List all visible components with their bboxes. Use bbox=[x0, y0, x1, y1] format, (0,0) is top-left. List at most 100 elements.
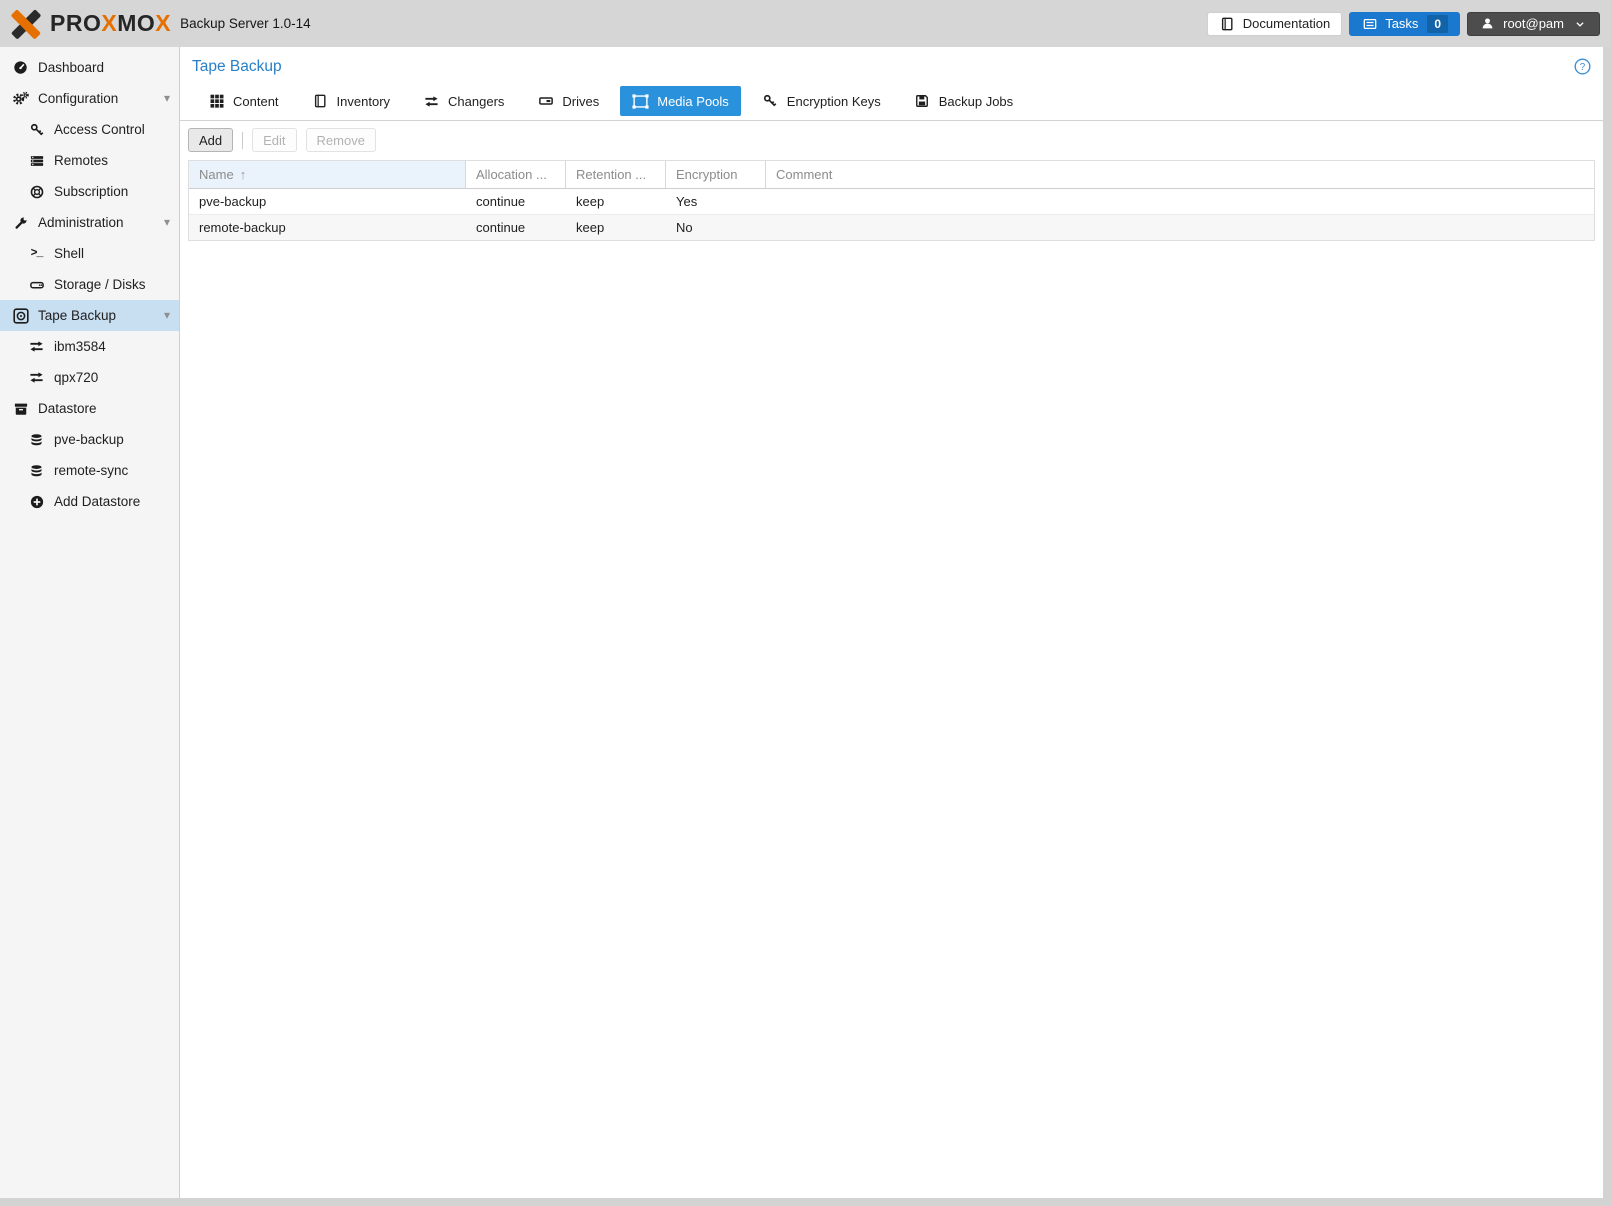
sidebar-item-add-datastore[interactable]: Add Datastore bbox=[0, 486, 179, 517]
content-header: Tape Backup ? bbox=[180, 47, 1603, 86]
cell-retention: keep bbox=[566, 189, 666, 214]
sidebar-item-label: Configuration bbox=[38, 91, 118, 106]
grid-icon bbox=[208, 94, 225, 108]
sidebar: Dashboard Configuration ▾ Access Control Rem… bbox=[0, 47, 180, 1198]
tab-bar: Content Inventory Changers Drives Media Pool… bbox=[180, 86, 1603, 121]
sidebar-item-label: Remotes bbox=[54, 153, 108, 168]
tab-backup-jobs[interactable]: Backup Jobs bbox=[902, 86, 1025, 116]
sidebar-item-label: remote-sync bbox=[54, 463, 128, 478]
user-icon bbox=[1479, 17, 1496, 30]
toolbar-separator bbox=[242, 132, 243, 149]
tab-label: Media Pools bbox=[657, 94, 729, 109]
sidebar-item-subscription[interactable]: Subscription bbox=[0, 176, 179, 207]
column-header-retention[interactable]: Retention ... bbox=[566, 161, 666, 188]
column-header-allocation[interactable]: Allocation ... bbox=[466, 161, 566, 188]
hdd-icon bbox=[28, 278, 45, 292]
cell-retention: keep bbox=[566, 215, 666, 240]
sidebar-item-qpx720[interactable]: qpx720 bbox=[0, 362, 179, 393]
table-body: pve-backupcontinuekeepYesremote-backupco… bbox=[189, 189, 1594, 241]
media-pool-icon bbox=[632, 94, 649, 109]
cell-allocation: continue bbox=[466, 215, 566, 240]
tasks-button[interactable]: Tasks 0 bbox=[1349, 12, 1460, 36]
chevron-down-icon[interactable]: ▾ bbox=[164, 216, 170, 228]
cell-name: pve-backup bbox=[189, 189, 466, 214]
plus-circle-icon bbox=[28, 495, 45, 509]
add-button[interactable]: Add bbox=[188, 128, 233, 152]
column-header-label: Allocation ... bbox=[476, 167, 547, 182]
exchange-icon bbox=[28, 340, 45, 353]
page-title: Tape Backup bbox=[192, 58, 282, 76]
chevron-down-icon[interactable]: ▾ bbox=[164, 309, 170, 321]
sidebar-item-remote-sync[interactable]: remote-sync bbox=[0, 455, 179, 486]
sidebar-item-datastore[interactable]: Datastore bbox=[0, 393, 179, 424]
cell-encryption: Yes bbox=[666, 189, 766, 214]
column-header-label: Name bbox=[199, 167, 234, 182]
exchange-icon bbox=[28, 371, 45, 384]
tab-inventory[interactable]: Inventory bbox=[300, 86, 402, 116]
proxmox-logo: PROXMOX bbox=[9, 7, 171, 41]
cell-comment bbox=[766, 189, 1594, 214]
database-icon bbox=[28, 433, 45, 447]
column-header-encryption[interactable]: Encryption bbox=[666, 161, 766, 188]
sidebar-item-administration[interactable]: Administration ▾ bbox=[0, 207, 179, 238]
tab-changers[interactable]: Changers bbox=[411, 86, 516, 116]
database-icon bbox=[28, 464, 45, 478]
sidebar-item-label: Subscription bbox=[54, 184, 128, 199]
book-icon bbox=[312, 94, 329, 108]
sidebar-item-dashboard[interactable]: Dashboard bbox=[0, 52, 179, 83]
edit-button[interactable]: Edit bbox=[252, 128, 296, 152]
tab-encryption-keys[interactable]: Encryption Keys bbox=[750, 86, 893, 116]
tab-label: Encryption Keys bbox=[787, 94, 881, 109]
cell-comment bbox=[766, 215, 1594, 240]
gears-icon bbox=[12, 91, 29, 106]
chevron-down-icon[interactable]: ▾ bbox=[164, 92, 170, 104]
list-icon bbox=[1361, 17, 1378, 31]
sidebar-item-label: Add Datastore bbox=[54, 494, 140, 509]
sidebar-item-remotes[interactable]: Remotes bbox=[0, 145, 179, 176]
drive-icon bbox=[537, 94, 554, 108]
media-pools-table: Name ↑ Allocation ... Retention ... Encrypti… bbox=[188, 160, 1595, 241]
archive-icon bbox=[12, 402, 29, 416]
tab-label: Drives bbox=[562, 94, 599, 109]
sidebar-item-pve-backup[interactable]: pve-backup bbox=[0, 424, 179, 455]
sidebar-item-shell[interactable]: >_Shell bbox=[0, 238, 179, 269]
sidebar-item-label: ibm3584 bbox=[54, 339, 106, 354]
sidebar-item-tape-backup[interactable]: Tape Backup ▾ bbox=[0, 300, 179, 331]
tab-label: Inventory bbox=[337, 94, 390, 109]
column-header-label: Encryption bbox=[676, 167, 737, 182]
sidebar-item-configuration[interactable]: Configuration ▾ bbox=[0, 83, 179, 114]
documentation-button[interactable]: Documentation bbox=[1207, 12, 1342, 36]
sidebar-item-label: Access Control bbox=[54, 122, 145, 137]
sidebar-item-label: Storage / Disks bbox=[54, 277, 146, 292]
sidebar-item-label: Administration bbox=[38, 215, 124, 230]
column-header-comment[interactable]: Comment bbox=[766, 161, 1594, 188]
table-row-remote-backup[interactable]: remote-backupcontinuekeepNo bbox=[189, 215, 1594, 241]
user-menu-button[interactable]: root@pam bbox=[1467, 12, 1600, 36]
sidebar-item-label: Tape Backup bbox=[38, 308, 116, 323]
sidebar-item-access-control[interactable]: Access Control bbox=[0, 114, 179, 145]
top-bar-actions: Documentation Tasks 0 root@pam bbox=[1207, 12, 1600, 36]
sort-up-icon: ↑ bbox=[240, 167, 247, 182]
sidebar-item-ibm3584[interactable]: ibm3584 bbox=[0, 331, 179, 362]
user-label: root@pam bbox=[1503, 16, 1564, 31]
tab-content[interactable]: Content bbox=[196, 86, 291, 116]
dashboard-icon bbox=[12, 60, 29, 75]
sidebar-item-storage-disks[interactable]: Storage / Disks bbox=[0, 269, 179, 300]
proxmox-logo-icon bbox=[9, 7, 43, 41]
toolbar: Add Edit Remove bbox=[180, 121, 1603, 160]
terminal-icon: >_ bbox=[28, 247, 45, 260]
column-header-label: Retention ... bbox=[576, 167, 646, 182]
sidebar-item-label: Datastore bbox=[38, 401, 97, 416]
help-icon[interactable]: ? bbox=[1574, 57, 1591, 76]
cell-encryption: No bbox=[666, 215, 766, 240]
product-version-label: Backup Server 1.0-14 bbox=[180, 16, 311, 31]
remove-button[interactable]: Remove bbox=[306, 128, 376, 152]
cell-name: remote-backup bbox=[189, 215, 466, 240]
tab-media-pools[interactable]: Media Pools bbox=[620, 86, 741, 116]
cell-allocation: continue bbox=[466, 189, 566, 214]
key-icon bbox=[28, 123, 45, 137]
column-header-name[interactable]: Name ↑ bbox=[189, 161, 466, 188]
save-icon bbox=[914, 94, 931, 108]
tab-drives[interactable]: Drives bbox=[525, 86, 611, 116]
table-row-pve-backup[interactable]: pve-backupcontinuekeepYes bbox=[189, 189, 1594, 215]
